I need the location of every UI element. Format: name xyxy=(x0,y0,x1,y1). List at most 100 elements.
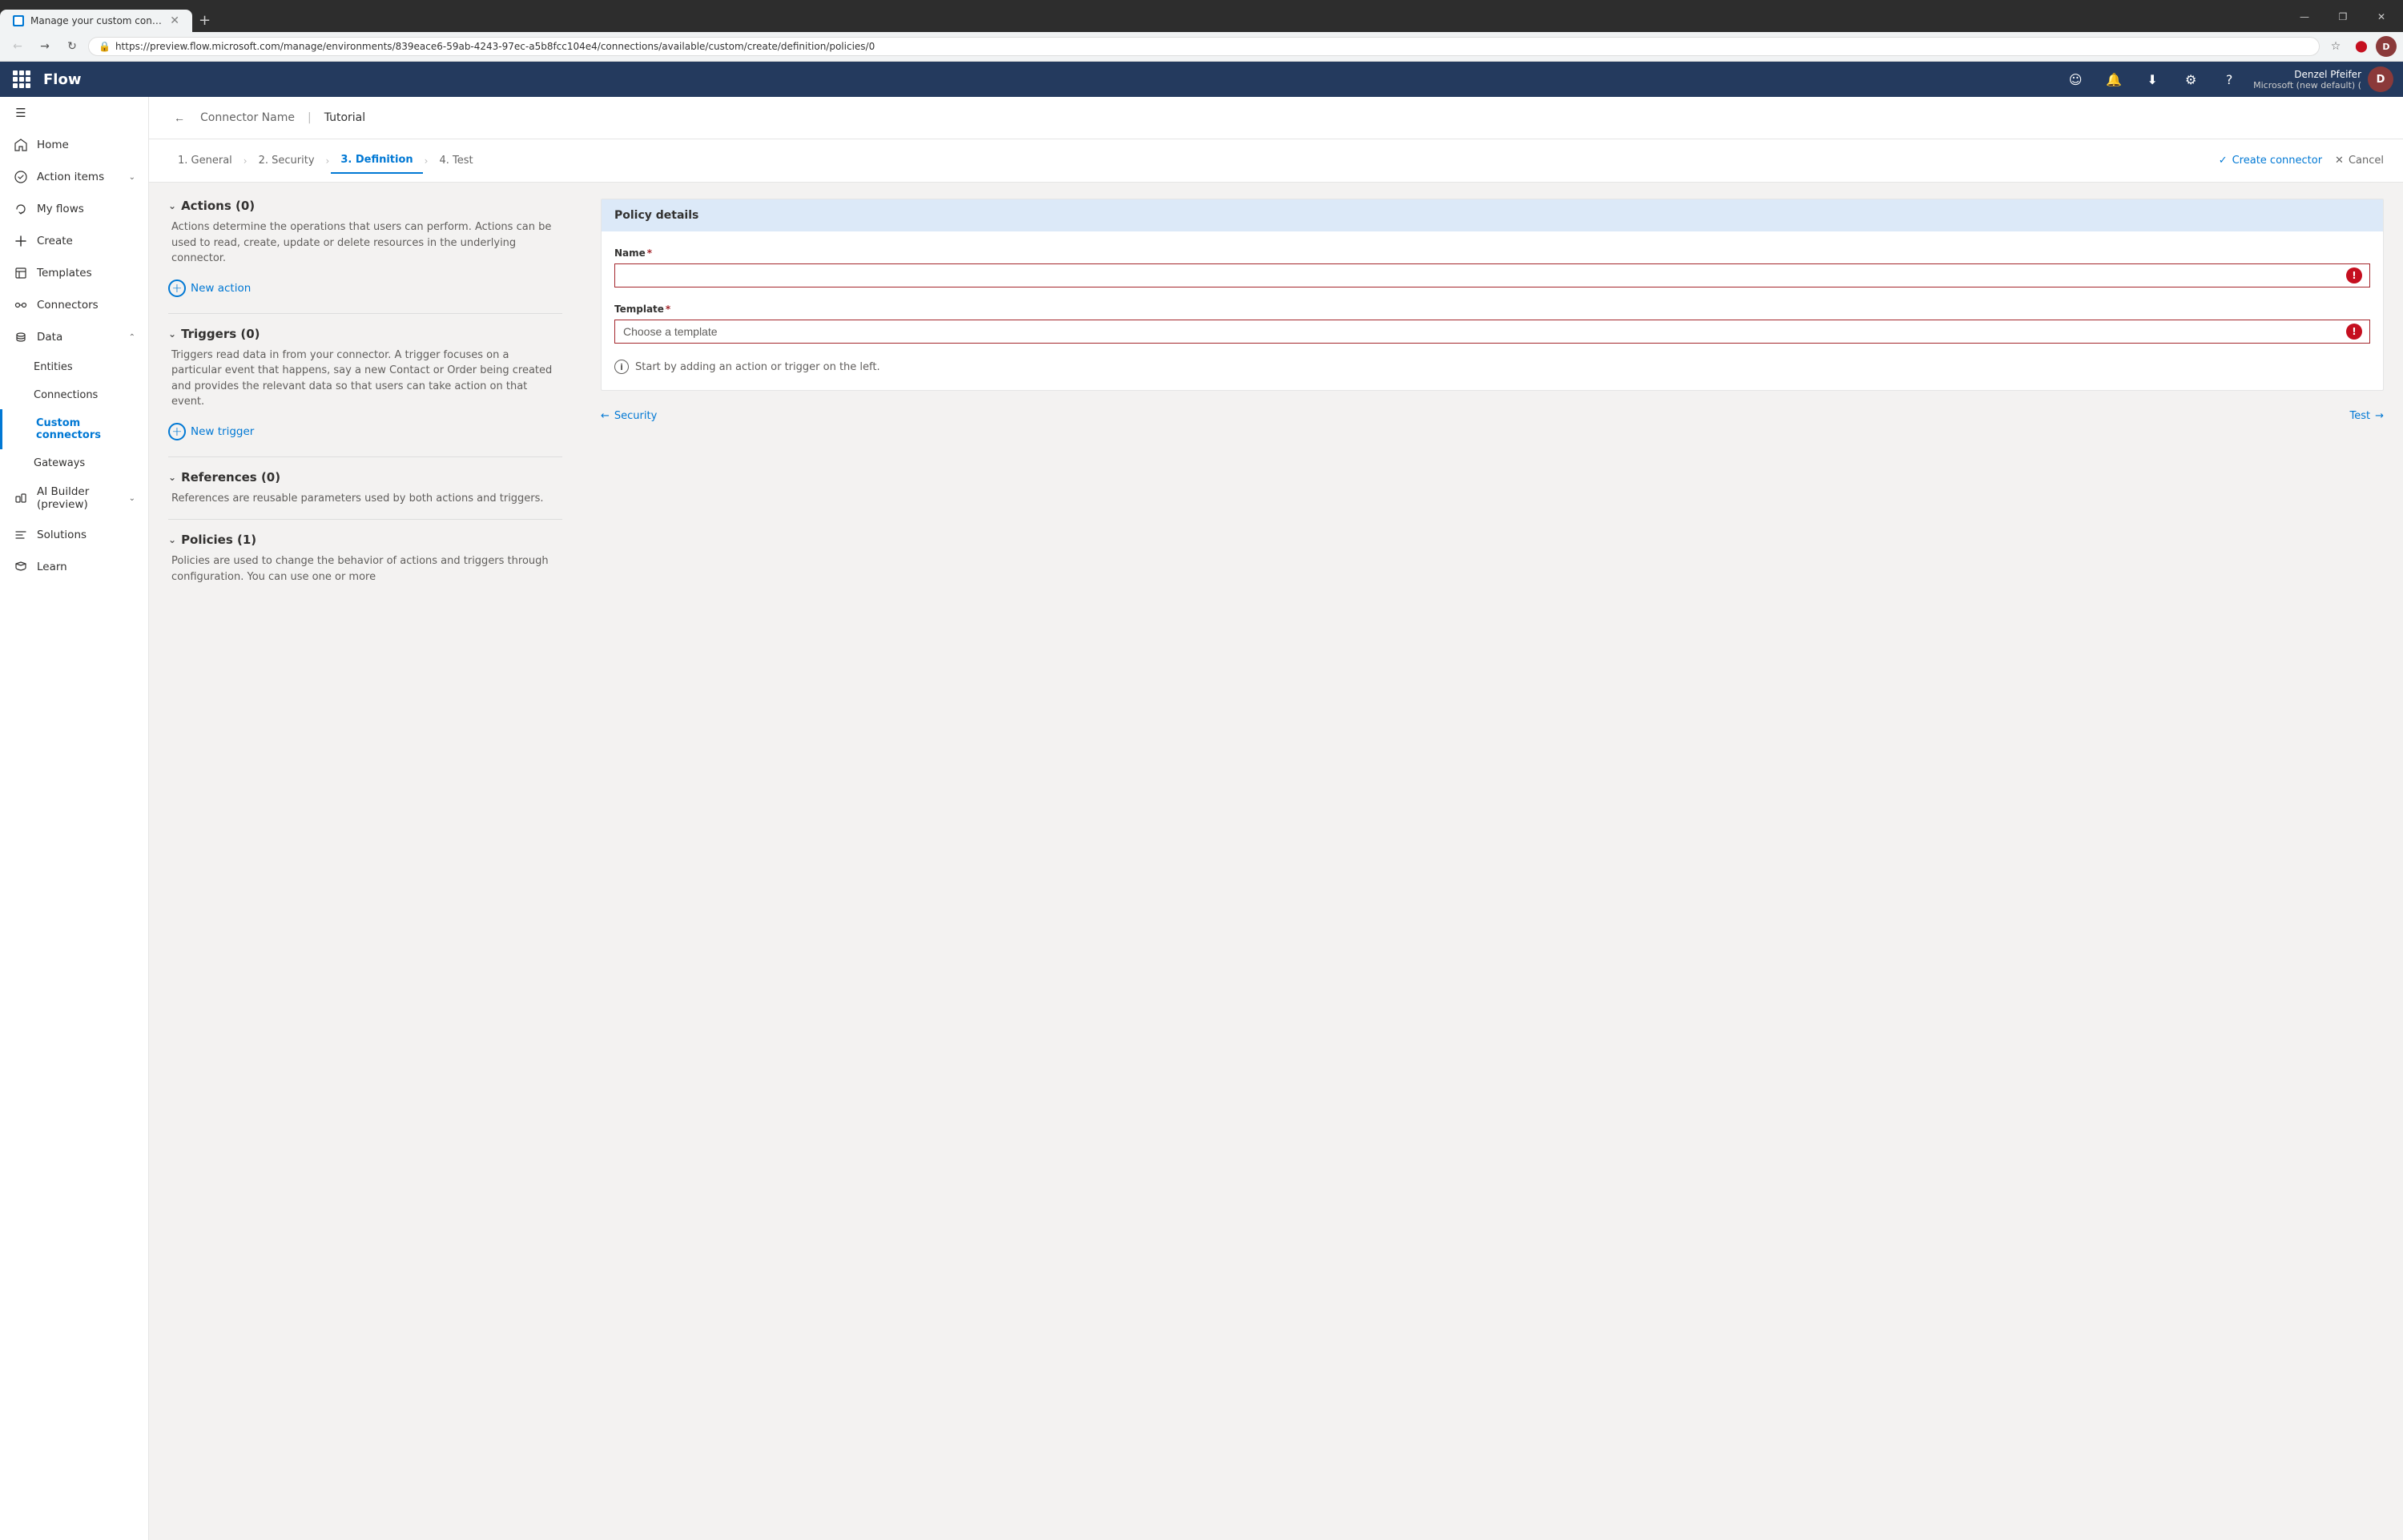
active-tab[interactable]: Manage your custom connectors ✕ xyxy=(0,10,192,32)
browser-toolbar: ← → ↻ 🔒 https://preview.flow.microsoft.c… xyxy=(0,32,2403,62)
connectors-label: Connectors xyxy=(37,299,135,312)
test-link-label: Test xyxy=(2349,410,2370,422)
wizard-actions: ✓ Create connector ✕ Cancel xyxy=(2219,155,2384,167)
actions-section: ⌄ Actions (0) Actions determine the oper… xyxy=(168,199,562,300)
wizard-step-test[interactable]: 4. Test xyxy=(429,148,482,173)
refresh-button[interactable]: ↻ xyxy=(61,35,83,58)
settings-icon[interactable]: ⚙ xyxy=(2176,65,2205,94)
templates-icon xyxy=(13,265,29,281)
help-icon[interactable]: ? xyxy=(2215,65,2244,94)
new-trigger-button[interactable]: + New trigger xyxy=(168,420,562,444)
references-description: References are reusable parameters used … xyxy=(168,491,562,507)
wizard-step-general[interactable]: 1. General xyxy=(168,148,242,173)
connectors-icon xyxy=(13,297,29,313)
triggers-section: ⌄ Triggers (0) Triggers read data in fro… xyxy=(168,327,562,444)
my-flows-icon xyxy=(13,201,29,217)
main-content: ⌄ Actions (0) Actions determine the oper… xyxy=(149,183,2403,1540)
sidebar-item-gateways[interactable]: Gateways xyxy=(0,449,148,477)
sidebar-item-templates[interactable]: Templates xyxy=(0,257,148,289)
sidebar-item-data[interactable]: Data ⌃ xyxy=(0,321,148,353)
actions-description: Actions determine the operations that us… xyxy=(168,219,562,267)
sidebar-item-action-items[interactable]: Action items ⌄ xyxy=(0,161,148,193)
sidebar-item-connections[interactable]: Connections xyxy=(0,381,148,409)
sidebar-item-entities[interactable]: Entities xyxy=(0,353,148,381)
data-label: Data xyxy=(37,331,121,344)
maximize-button[interactable]: ❐ xyxy=(2325,5,2361,29)
cancel-button[interactable]: ✕ Cancel xyxy=(2335,155,2384,167)
profile-icon[interactable]: D xyxy=(2376,36,2397,57)
policies-description: Policies are used to change the behavior… xyxy=(168,553,562,585)
new-action-plus-icon: + xyxy=(168,279,186,297)
references-section: ⌄ References (0) References are reusable… xyxy=(168,470,562,507)
back-button[interactable]: ← xyxy=(168,107,191,129)
tab-title: Manage your custom connectors xyxy=(30,15,163,26)
ai-builder-label: AI Builder (preview) xyxy=(37,485,121,511)
page-header: ← Connector Name | Tutorial xyxy=(149,97,2403,139)
sidebar-item-ai-builder[interactable]: AI Builder (preview) ⌄ xyxy=(0,477,148,519)
sidebar: ☰ Home Action items ⌄ My flows xyxy=(0,97,149,1540)
solutions-label: Solutions xyxy=(37,529,135,541)
back-nav-button[interactable]: ← xyxy=(6,35,29,58)
address-bar[interactable]: 🔒 https://preview.flow.microsoft.com/man… xyxy=(88,37,2320,56)
right-panel: Policy details Name* ! xyxy=(582,183,2403,1540)
bell-icon[interactable]: 🔔 xyxy=(2099,65,2128,94)
wizard-step-security[interactable]: 2. Security xyxy=(249,148,324,173)
template-select[interactable]: Choose a template xyxy=(614,320,2370,344)
sidebar-item-solutions[interactable]: Solutions xyxy=(0,519,148,551)
references-chevron-icon: ⌄ xyxy=(168,472,176,483)
toolbar-icons: ☆ ⬤ D xyxy=(2325,35,2397,58)
wizard-step-definition[interactable]: 3. Definition xyxy=(331,147,422,174)
forward-nav-button[interactable]: → xyxy=(34,35,56,58)
policies-section: ⌄ Policies (1) Policies are used to chan… xyxy=(168,533,562,585)
connections-label: Connections xyxy=(34,389,135,401)
star-icon[interactable]: ☆ xyxy=(2325,35,2347,58)
user-profile[interactable]: Denzel Pfeifer Microsoft (new default) (… xyxy=(2253,66,2393,92)
sidebar-item-my-flows[interactable]: My flows xyxy=(0,193,148,225)
step-security-label: 2. Security xyxy=(259,155,315,167)
templates-label: Templates xyxy=(37,267,135,279)
template-form-group: Template* Choose a template ! xyxy=(614,304,2370,344)
policies-title: Policies (1) xyxy=(181,533,256,547)
info-text: Start by adding an action or trigger on … xyxy=(635,361,880,373)
waffle-menu[interactable] xyxy=(10,67,34,91)
user-name: Denzel Pfeifer xyxy=(2253,69,2361,80)
user-tenant: Microsoft (new default) ( xyxy=(2253,80,2361,90)
security-link-label: Security xyxy=(614,410,657,422)
smiley-icon[interactable]: ☺ xyxy=(2061,65,2090,94)
create-connector-button[interactable]: ✓ Create connector xyxy=(2219,155,2322,167)
create-icon xyxy=(13,233,29,249)
step-definition-label: 3. Definition xyxy=(340,154,413,166)
tab-favicon xyxy=(13,15,24,26)
content-wrapper: ← Connector Name | Tutorial 1. General ›… xyxy=(149,97,2403,1540)
minimize-button[interactable]: — xyxy=(2286,5,2323,29)
sidebar-item-home[interactable]: Home xyxy=(0,129,148,161)
triggers-section-header: ⌄ Triggers (0) xyxy=(168,327,562,341)
wizard-chevron-2: › xyxy=(326,155,330,167)
sidebar-item-connectors[interactable]: Connectors xyxy=(0,289,148,321)
download-icon[interactable]: ⬇ xyxy=(2138,65,2167,94)
triggers-chevron-icon: ⌄ xyxy=(168,328,176,340)
security-back-link[interactable]: ← Security xyxy=(601,410,657,422)
header-separator: | xyxy=(308,111,312,124)
sidebar-item-custom-connectors[interactable]: Custom connectors xyxy=(0,409,148,449)
info-icon: i xyxy=(614,360,629,374)
back-arrow-icon: ← xyxy=(174,111,185,124)
sidebar-item-create[interactable]: Create xyxy=(0,225,148,257)
extension-icon-red[interactable]: ⬤ xyxy=(2350,35,2373,58)
actions-title: Actions (0) xyxy=(181,199,255,213)
test-forward-link[interactable]: Test → xyxy=(2349,410,2384,422)
name-input[interactable] xyxy=(614,263,2370,287)
close-button[interactable]: ✕ xyxy=(2363,5,2400,29)
sidebar-item-learn[interactable]: Learn xyxy=(0,551,148,583)
new-tab-button[interactable]: + xyxy=(192,12,217,29)
triggers-description: Triggers read data in from your connecto… xyxy=(168,348,562,410)
sidebar-item-menu[interactable]: ☰ xyxy=(0,97,148,129)
learn-icon xyxy=(13,559,29,575)
action-items-chevron: ⌄ xyxy=(129,173,135,182)
name-form-group: Name* ! xyxy=(614,247,2370,287)
close-tab-button[interactable]: ✕ xyxy=(170,14,179,27)
policy-details-header: Policy details xyxy=(602,199,2383,231)
user-avatar[interactable]: D xyxy=(2368,66,2393,92)
references-title: References (0) xyxy=(181,470,280,485)
new-action-button[interactable]: + New action xyxy=(168,276,562,300)
